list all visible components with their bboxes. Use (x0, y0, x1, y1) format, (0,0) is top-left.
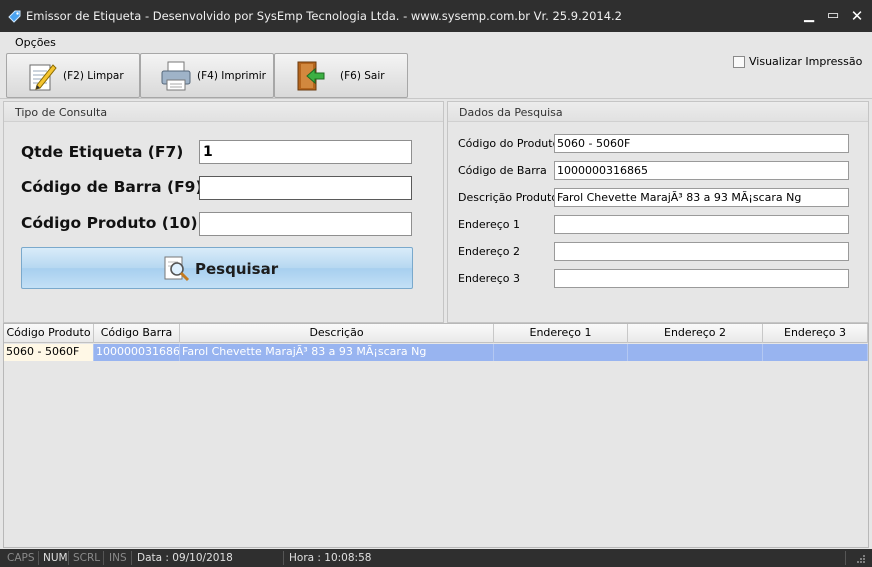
descricao-produto-field[interactable]: Farol Chevette MarajÃ³ 83 a 93 MÃ¡scara … (554, 188, 849, 207)
caps-indicator: CAPS (7, 552, 35, 564)
endereco1-label: Endereço 1 (458, 218, 520, 231)
pesquisar-button[interactable]: Pesquisar (21, 247, 413, 289)
table-row[interactable]: 5060 - 5060F 1000000316865 Farol Chevett… (4, 344, 868, 361)
visualizar-checkbox[interactable] (733, 56, 745, 68)
status-bar: CAPS NUM SCRL INS Data : 09/10/2018 Hora… (0, 549, 872, 567)
col-endereco2[interactable]: Endereço 2 (628, 324, 763, 343)
close-button[interactable]: ✕ (844, 4, 870, 28)
status-separator (103, 551, 104, 565)
time-display: Hora : 10:08:58 (289, 552, 372, 564)
endereco3-label: Endereço 3 (458, 272, 520, 285)
descricao-produto-label: Descrição Produto (458, 191, 559, 204)
cell-endereco1[interactable] (494, 344, 628, 361)
cell-codigo-produto[interactable]: 5060 - 5060F (4, 344, 94, 361)
pesquisar-label: Pesquisar (195, 260, 279, 278)
col-codigo-produto[interactable]: Código Produto (4, 324, 94, 343)
imprimir-label: (F4) Imprimir (197, 70, 266, 82)
panel-header: Tipo de Consulta (4, 102, 443, 122)
app-window: Emissor de Etiqueta - Desenvolvido por S… (0, 0, 872, 567)
endereco2-field[interactable] (554, 242, 849, 261)
col-endereco1[interactable]: Endereço 1 (494, 324, 628, 343)
col-endereco3[interactable]: Endereço 3 (763, 324, 868, 343)
endereco2-label: Endereço 2 (458, 245, 520, 258)
codigo-produto-label: Código do Produto (458, 137, 560, 150)
tag-icon (8, 10, 21, 23)
codproduto-input[interactable] (199, 212, 412, 236)
grid-header: Código Produto Código Barra Descrição En… (4, 324, 868, 343)
minimize-button[interactable]: ▁ (796, 4, 822, 28)
panel-header: Dados da Pesquisa (448, 102, 868, 122)
notepad-pencil-icon (29, 64, 57, 91)
tipo-consulta-panel: Tipo de Consulta Qtde Etiqueta (F7) 1 Có… (3, 101, 444, 323)
panel-title: Dados da Pesquisa (459, 106, 563, 119)
limpar-button[interactable]: (F2) Limpar (6, 53, 140, 98)
status-separator (131, 551, 132, 565)
codigo-barra-field[interactable]: 1000000316865 (554, 161, 849, 180)
sair-button[interactable]: (F6) Sair (274, 53, 408, 98)
limpar-label: (F2) Limpar (63, 70, 124, 82)
num-indicator: NUM (43, 552, 68, 564)
ins-indicator: INS (109, 552, 127, 564)
status-separator (845, 551, 846, 565)
qtde-label: Qtde Etiqueta (F7) (21, 143, 184, 161)
cell-endereco2[interactable] (628, 344, 763, 361)
resize-grip-icon[interactable] (852, 552, 866, 564)
endereco3-field[interactable] (554, 269, 849, 288)
date-display: Data : 09/10/2018 (137, 552, 233, 564)
codbarra-input[interactable] (199, 176, 412, 200)
codigo-produto-field[interactable]: 5060 - 5060F (554, 134, 849, 153)
status-separator (283, 551, 284, 565)
endereco1-field[interactable] (554, 215, 849, 234)
col-codigo-barra[interactable]: Código Barra (94, 324, 180, 343)
codproduto-label: Código Produto (10) (21, 214, 198, 232)
sair-label: (F6) Sair (340, 70, 385, 82)
maximize-button[interactable]: ▭ (820, 4, 846, 28)
dados-pesquisa-panel: Dados da Pesquisa Código do Produto 5060… (447, 101, 869, 323)
cell-descricao[interactable]: Farol Chevette MarajÃ³ 83 a 93 MÃ¡scara … (180, 344, 494, 361)
window-title: Emissor de Etiqueta - Desenvolvido por S… (26, 9, 622, 23)
cell-codigo-barra[interactable]: 1000000316865 (94, 344, 180, 361)
col-descricao[interactable]: Descrição (180, 324, 494, 343)
menu-opcoes[interactable]: Opções (15, 36, 56, 49)
visualizar-label: Visualizar Impressão (749, 55, 863, 68)
results-grid[interactable]: Código Produto Código Barra Descrição En… (3, 323, 869, 548)
toolbar: (F2) Limpar (F4) Imprimir (F6) Sair Visu… (0, 52, 872, 99)
status-separator (38, 551, 39, 565)
menu-bar: Opções (0, 32, 872, 52)
title-bar: Emissor de Etiqueta - Desenvolvido por S… (0, 0, 872, 32)
status-separator (68, 551, 69, 565)
codbarra-label: Código de Barra (F9) (21, 178, 203, 196)
exit-door-icon (297, 61, 325, 91)
cell-endereco3[interactable] (763, 344, 868, 361)
scrl-indicator: SCRL (73, 552, 101, 564)
imprimir-button[interactable]: (F4) Imprimir (140, 53, 274, 98)
qtde-input[interactable]: 1 (199, 140, 412, 164)
printer-icon (161, 61, 191, 91)
codigo-barra-label: Código de Barra (458, 164, 547, 177)
magnifier-document-icon (164, 256, 190, 282)
panel-title: Tipo de Consulta (15, 106, 108, 119)
